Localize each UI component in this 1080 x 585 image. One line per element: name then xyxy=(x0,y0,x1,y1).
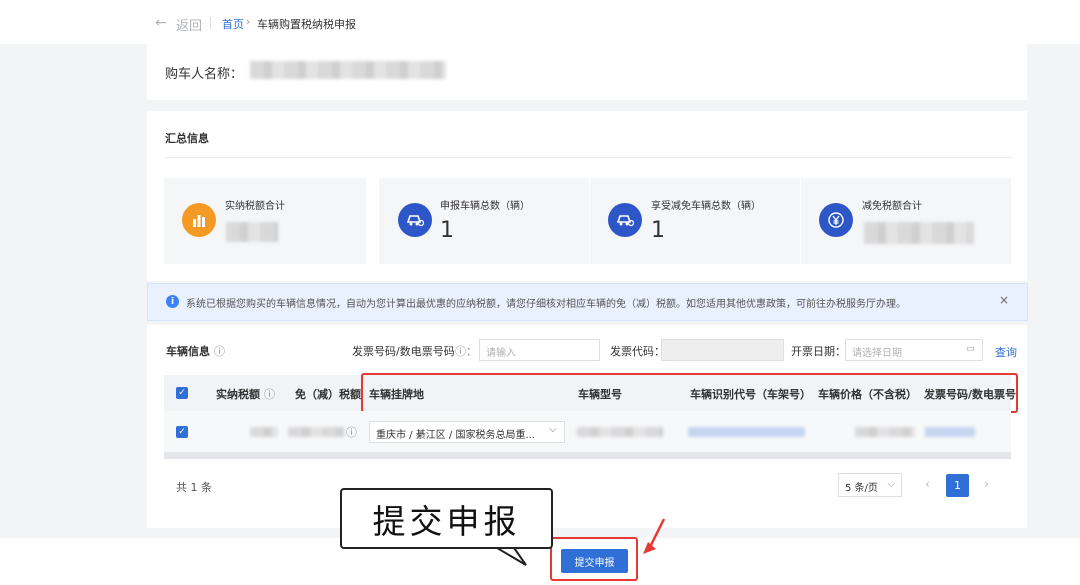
red-arrow-icon xyxy=(643,518,666,554)
total-count: 共 1 条 xyxy=(176,481,212,494)
select-all-checkbox[interactable]: ✓ xyxy=(176,387,188,399)
page-size-value: 5 条/页 xyxy=(845,483,878,494)
vin-redacted xyxy=(688,427,805,437)
stat-value: 1 xyxy=(440,218,454,243)
stat-label: 享受减免车辆总数（辆） xyxy=(651,201,761,212)
invoice-no-input[interactable]: 请输入 xyxy=(479,339,600,361)
stat-label: 实纳税额合计 xyxy=(225,201,285,212)
summary-title: 汇总信息 xyxy=(165,132,209,145)
notice-text: 系统已根据您购买的车辆信息情况，自动为您计算出最优惠的应纳税额，请您仔细核对相应… xyxy=(186,299,906,310)
divider xyxy=(165,157,1013,158)
stat-label: 申报车辆总数（辆） xyxy=(440,201,530,212)
query-button[interactable]: 查询 xyxy=(995,344,1017,360)
buyer-name-label: 购车人名称： xyxy=(165,67,244,82)
column-header: 实纳税额 xyxy=(216,388,260,401)
stat-value-redacted xyxy=(226,222,278,242)
invoice-code-label: 发票代码： xyxy=(610,345,665,358)
plate-location-select[interactable]: 重庆市 / 綦江区 / 国家税务总局重... xyxy=(369,421,565,443)
help-icon: ⓘ xyxy=(346,426,357,439)
breadcrumb-current: 车辆购置税纳税申报 xyxy=(257,18,356,31)
highlight-box xyxy=(550,537,638,581)
actual-tax-redacted xyxy=(250,427,278,437)
close-icon[interactable]: × xyxy=(999,293,1009,307)
help-icon: ⓘ： xyxy=(455,345,477,358)
price-redacted xyxy=(855,427,915,437)
prev-page-icon[interactable]: ‹ xyxy=(925,477,930,491)
back-link[interactable]: 返回 xyxy=(176,15,202,34)
vehicle-title: 车辆信息 xyxy=(166,345,210,358)
car-icon xyxy=(398,203,432,237)
highlight-box xyxy=(361,373,1018,413)
breadcrumb-home[interactable]: 首页 xyxy=(222,16,244,32)
date-picker[interactable]: 请选择日期 xyxy=(845,339,983,361)
breadcrumb-separator: › xyxy=(246,15,251,28)
column-header: 免（减）税额 xyxy=(295,388,361,401)
row-checkbox[interactable]: ✓ xyxy=(176,426,188,438)
page-size-select[interactable]: 5 条/页 ⌵ xyxy=(838,473,902,497)
invoice-no-label: 发票号码/数电票号码 xyxy=(352,345,455,358)
back-arrow-icon[interactable]: ← xyxy=(155,15,167,31)
date-label: 开票日期： xyxy=(791,345,846,358)
invoice-code-input[interactable] xyxy=(661,339,784,361)
invoice-redacted xyxy=(925,427,975,437)
stat-label: 减免税额合计 xyxy=(862,201,922,212)
car-discount-icon xyxy=(608,203,642,237)
stat-value: 1 xyxy=(651,218,665,243)
yen-icon xyxy=(819,203,853,237)
exempt-tax-redacted xyxy=(288,427,344,437)
chart-icon xyxy=(182,203,216,237)
buyer-name-redacted xyxy=(250,61,446,79)
model-redacted xyxy=(577,427,663,437)
page-1-button[interactable]: 1 xyxy=(946,474,969,497)
chevron-down-icon: ⌵ xyxy=(549,424,557,435)
callout-label: 提交申报 xyxy=(340,488,553,549)
info-icon: i xyxy=(166,295,179,308)
help-icon: ⓘ xyxy=(264,388,275,401)
chevron-down-icon: ⌵ xyxy=(887,479,895,490)
stat-value-redacted xyxy=(864,222,974,244)
calendar-icon: ▭ xyxy=(966,344,975,354)
horizontal-scrollbar[interactable] xyxy=(164,452,1011,459)
divider xyxy=(210,17,211,29)
help-icon: ⓘ xyxy=(214,345,225,358)
next-page-icon[interactable]: › xyxy=(984,477,989,491)
